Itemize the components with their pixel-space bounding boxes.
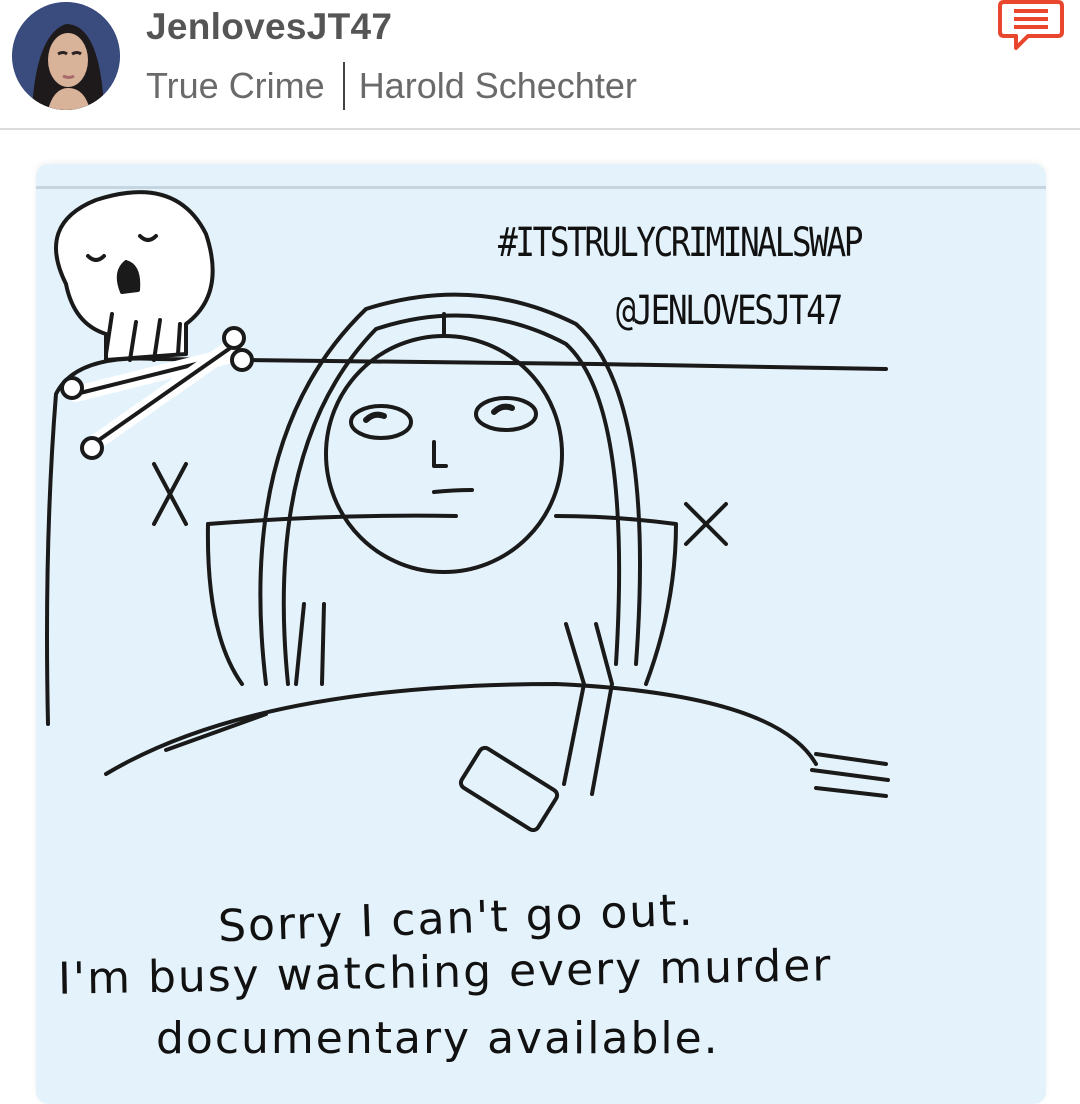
caption-line-2: I'm busy watching every murder (57, 940, 833, 1005)
post-header: JenlovesJT47 True Crime Harold Schechter (0, 0, 1080, 130)
handle-text: @JENLOVESJT47 (616, 288, 843, 334)
category-label[interactable]: True Crime (146, 65, 325, 107)
caption-line-3: documentary available. (156, 1013, 720, 1064)
meta-divider (342, 62, 345, 110)
topic-label[interactable]: Harold Schechter (359, 65, 637, 107)
post-image-card[interactable]: #ITSTRULYCRIMINALSWAP @JENLOVESJT47 Sorr… (36, 164, 1046, 1104)
post-meta: True Crime Harold Schechter (146, 62, 637, 110)
username[interactable]: JenlovesJT47 (146, 6, 392, 48)
hashtag-text: #ITSTRULYCRIMINALSWAP (498, 220, 864, 266)
avatar[interactable] (12, 2, 120, 110)
chat-bubble-icon[interactable] (998, 0, 1064, 52)
